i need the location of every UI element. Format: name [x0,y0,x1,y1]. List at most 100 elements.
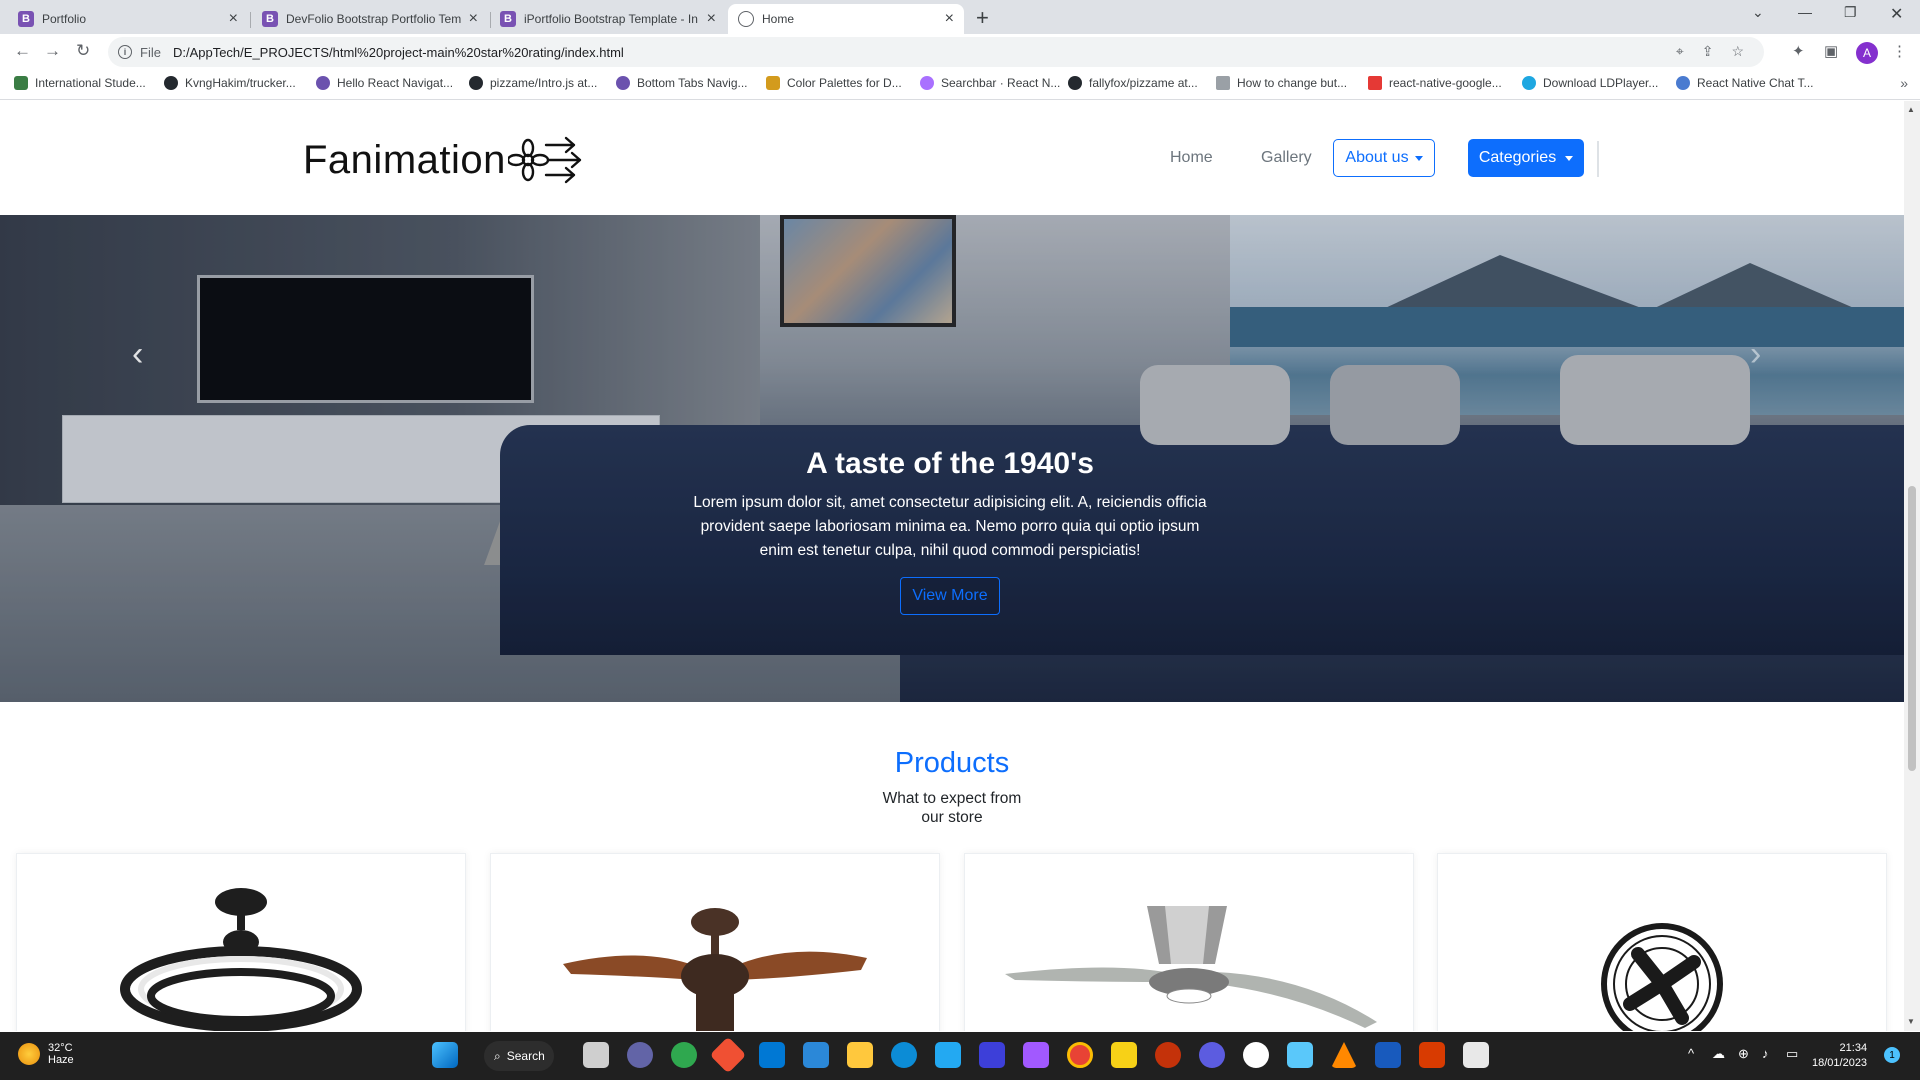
app-icon[interactable] [1419,1042,1445,1068]
mail-icon[interactable] [759,1042,785,1068]
carousel-next-icon[interactable]: › [1750,335,1761,374]
app-icon[interactable] [1155,1042,1181,1068]
file-explorer-icon[interactable] [847,1042,873,1068]
nav-link-home[interactable]: Home [1170,149,1213,167]
vlc-icon[interactable] [1331,1042,1357,1068]
tab-title: DevFolio Bootstrap Portfolio Tem [286,12,462,26]
brand[interactable]: Fanimation [303,133,586,187]
nav-link-gallery[interactable]: Gallery [1261,149,1312,167]
app-icon[interactable] [979,1042,1005,1068]
edge-dev-icon[interactable] [671,1042,697,1068]
bookmark-item[interactable]: Download LDPlayer... [1522,76,1658,90]
url-text[interactable]: D:/AppTech/E_PROJECTS/html%20project-mai… [173,45,624,60]
bookmark-item[interactable]: Hello React Navigat... [316,76,453,90]
menu-icon[interactable]: ⋮ [1892,42,1907,60]
weather-widget[interactable]: 32°C Haze [18,1042,74,1066]
app-icon[interactable] [1199,1042,1225,1068]
teams-icon[interactable] [627,1042,653,1068]
time-text: 21:34 [1839,1042,1868,1054]
figma-icon[interactable] [1023,1042,1049,1068]
notification-badge[interactable]: 1 [1884,1047,1900,1063]
extensions-icon[interactable]: ✦ [1792,42,1805,60]
caret-down-icon [1565,155,1574,161]
battery-icon[interactable]: ▭ [1786,1046,1798,1062]
bookmark-item[interactable]: fallyfox/pizzame at... [1068,76,1198,90]
browser-tab[interactable]: B Portfolio × [8,4,248,34]
product-card[interactable] [1437,853,1887,1031]
browser-tab-active[interactable]: Home × [728,4,964,34]
bookmark-item[interactable]: react-native-google... [1368,76,1502,90]
task-view-icon[interactable] [583,1042,609,1068]
browser-tab[interactable]: B DevFolio Bootstrap Portfolio Tem × [252,4,488,34]
clock[interactable]: 21:34 18/01/2023 [1812,1041,1867,1071]
bookmark-star-icon[interactable]: ☆ [1731,43,1744,60]
page-scrollbar[interactable]: ▲ ▼ [1904,101,1920,1031]
tab-search-icon[interactable]: ⌄ [1752,4,1764,21]
forward-icon[interactable]: → [44,41,61,61]
product-card[interactable] [964,853,1414,1031]
desk-fan-image [1601,923,1723,1031]
start-icon[interactable] [432,1042,458,1068]
volume-icon[interactable]: ♪ [1762,1046,1769,1061]
ceiling-fan-image [1005,906,1377,1028]
word-icon[interactable] [1375,1042,1401,1068]
categories-dropdown[interactable]: Categories [1468,139,1584,177]
reload-icon[interactable]: ↻ [76,41,90,61]
app-icon[interactable] [1287,1042,1313,1068]
product-card[interactable] [490,853,940,1031]
new-tab-button[interactable]: + [976,5,989,31]
restore-icon[interactable]: ❐ [1844,4,1857,21]
about-us-label: About us [1345,149,1409,166]
info-icon[interactable]: i [118,45,132,59]
language-icon[interactable]: ⊕ [1738,1046,1749,1062]
close-icon[interactable]: × [707,10,716,28]
tab-title: Home [762,12,795,26]
weather-temp: 32°C [48,1042,73,1054]
app-icon[interactable] [1243,1042,1269,1068]
window-close-icon[interactable]: ✕ [1890,4,1903,24]
address-bar[interactable]: i File D:/AppTech/E_PROJECTS/html%20proj… [108,37,1764,67]
bookmark-item[interactable]: pizzame/Intro.js at... [469,76,597,90]
store-icon[interactable] [803,1042,829,1068]
site-navbar: Fanimation Home Gallery About us Categor [0,101,1904,215]
products-section-header: Products What to expect from our store [0,747,1904,827]
profile-avatar[interactable]: A [1856,42,1878,64]
scroll-down-icon[interactable]: ▼ [1907,1017,1915,1026]
close-icon[interactable]: × [229,10,238,28]
about-us-dropdown[interactable]: About us [1333,139,1435,177]
minimize-icon[interactable]: — [1798,4,1812,20]
products-subheading: What to expect from our store [0,789,1904,827]
bookmark-item[interactable]: International Stude... [14,76,146,90]
location-icon[interactable]: ⌖ [1676,43,1684,60]
share-icon[interactable]: ⇪ [1702,43,1714,60]
back-icon[interactable]: ← [14,41,31,61]
bookmark-label: How to change but... [1237,76,1348,90]
browser-tab[interactable]: B iPortfolio Bootstrap Template - In × [490,4,726,34]
git-icon[interactable] [709,1036,747,1074]
edge-icon[interactable] [891,1042,917,1068]
bookmark-item[interactable]: How to change but... [1216,76,1347,90]
bookmark-item[interactable]: Bottom Tabs Navig... [616,76,748,90]
close-icon[interactable]: × [469,10,478,28]
close-icon[interactable]: × [945,10,954,28]
app-icon[interactable] [1463,1042,1489,1068]
carousel-prev-icon[interactable]: ‹ [132,335,143,374]
scrollbar-thumb[interactable] [1908,486,1916,771]
chevron-up-icon[interactable]: ^ [1688,1046,1694,1061]
bookmark-item[interactable]: React Native Chat T... [1676,76,1814,90]
scroll-up-icon[interactable]: ▲ [1907,105,1915,114]
bookmark-item[interactable]: Searchbar · React N... [920,76,1060,90]
product-card[interactable] [16,853,466,1031]
chrome-icon[interactable] [1067,1042,1093,1068]
react-navigation-icon [316,76,330,90]
cloud-icon[interactable]: ☁ [1712,1046,1725,1062]
side-panel-icon[interactable]: ▣ [1824,42,1838,60]
bookmark-item[interactable]: KvngHakim/trucker... [164,76,296,90]
sticky-notes-icon[interactable] [1111,1042,1137,1068]
searchbar-icon [920,76,934,90]
view-more-button[interactable]: View More [900,577,1000,615]
bookmark-item[interactable]: Color Palettes for D... [766,76,902,90]
taskbar-search[interactable]: ⌕ Search [484,1041,554,1071]
bookmarks-overflow-icon[interactable]: » [1900,75,1908,91]
vscode-icon[interactable] [935,1042,961,1068]
